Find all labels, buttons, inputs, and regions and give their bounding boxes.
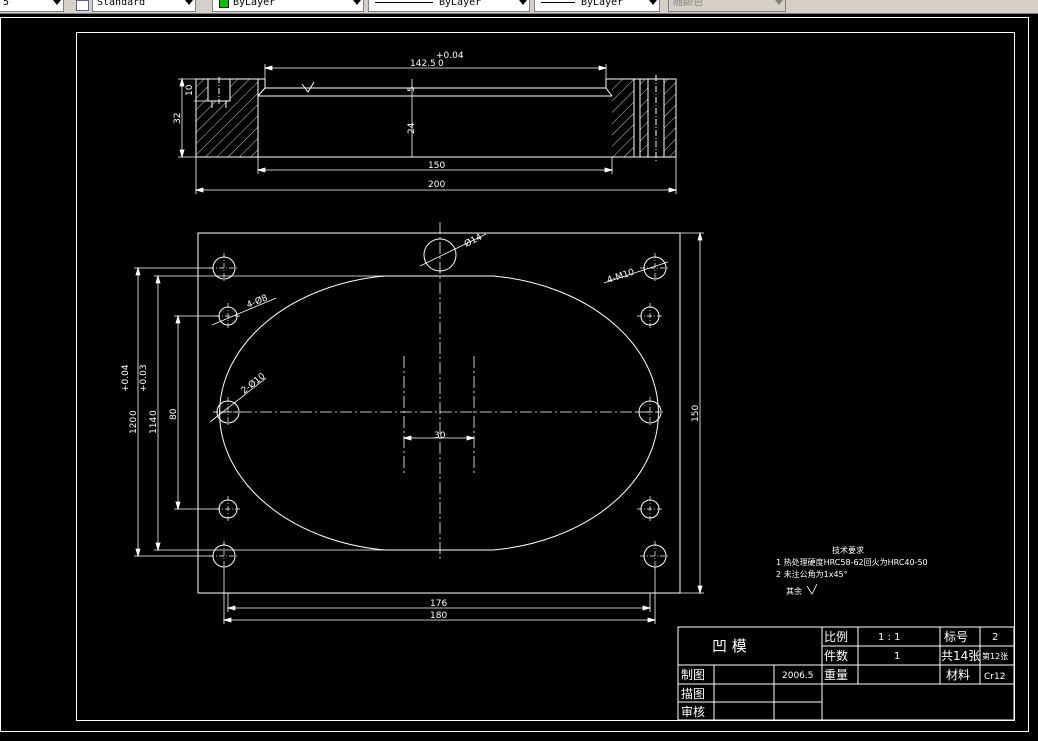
part-name: 凹 模 bbox=[712, 637, 747, 655]
chevron-down-icon bbox=[519, 0, 527, 5]
dim-80: 80 bbox=[169, 408, 179, 420]
dim-depth-24: 24 bbox=[407, 122, 417, 134]
linetype-select[interactable]: ByLayer bbox=[368, 0, 530, 12]
dim-120-tol-lower: 0 bbox=[129, 410, 139, 416]
dim-left-10: 10 bbox=[185, 84, 195, 96]
chevron-down-icon bbox=[185, 0, 193, 5]
dim-180: 180 bbox=[430, 611, 447, 621]
notes-rest: 其余 bbox=[786, 586, 802, 596]
plan-dimensions bbox=[134, 231, 704, 624]
drawn-label: 制图 bbox=[681, 668, 705, 682]
drawing-canvas[interactable]: +0.04 142.5 0 150 200 5 24 10 32 Ø14 4-M… bbox=[0, 14, 1038, 735]
cavity-outline bbox=[219, 275, 659, 551]
properties-toolbar: 5 Standard ByLayer ByLayer ByLayer 随颜色 bbox=[0, 0, 1038, 14]
qty-value: 1 bbox=[894, 651, 900, 662]
drawing-no-label: 标号 bbox=[944, 630, 968, 644]
label-d10: 2-Ø10 bbox=[239, 371, 268, 397]
dim-bottom-200: 200 bbox=[428, 180, 445, 190]
dim-150: 150 bbox=[691, 405, 701, 422]
first-combo[interactable]: 5 bbox=[0, 0, 64, 12]
sheet-outer-border bbox=[0, 17, 1029, 732]
dim-114-tol-lower: 0 bbox=[149, 410, 159, 416]
dim-114-tol-upper: +0.03 bbox=[139, 364, 149, 392]
technical-notes: 技术要求 1 热处理硬度HRC58-62回火为HRC40-50 2 未注公角为1… bbox=[776, 545, 928, 596]
dim-left-32: 32 bbox=[173, 113, 183, 124]
notes-line1: 1 热处理硬度HRC58-62回火为HRC40-50 bbox=[776, 557, 928, 567]
label-d8: 4-Ø8 bbox=[245, 292, 270, 310]
dim-114: 114 bbox=[149, 417, 159, 434]
dim-176: 176 bbox=[430, 599, 447, 609]
dim-top-tol-lower: 0 bbox=[438, 59, 444, 69]
scale-label: 比例 bbox=[824, 630, 848, 644]
dim-120-tol-upper: +0.04 bbox=[121, 364, 131, 392]
section-view bbox=[195, 75, 677, 161]
weight-label: 重量 bbox=[824, 668, 848, 682]
sheet-no: 第12张 bbox=[982, 651, 1008, 661]
notes-line2: 2 未注公角为1x45° bbox=[776, 569, 848, 579]
dim-30: 30 bbox=[434, 431, 446, 441]
checked-label: 审核 bbox=[681, 704, 705, 719]
dim-top-width: 142.5 bbox=[410, 59, 436, 69]
drawn-date: 2006.5 bbox=[782, 671, 814, 681]
material-label: 材料 bbox=[946, 668, 970, 682]
dim-depth-5: 5 bbox=[407, 86, 417, 92]
text-style-select[interactable]: Standard bbox=[92, 0, 196, 12]
chevron-down-icon bbox=[53, 0, 61, 5]
scale-value: 1 : 1 bbox=[878, 632, 900, 643]
plot-style-select: 随颜色 bbox=[668, 0, 786, 12]
bottom-edge bbox=[0, 735, 1038, 741]
notes-title: 技术要求 bbox=[832, 545, 864, 555]
sheets-total: 共14张 bbox=[941, 649, 980, 663]
label-d14: Ø14 bbox=[462, 232, 484, 250]
dim-bottom-150: 150 bbox=[428, 161, 445, 171]
color-swatch-icon bbox=[219, 0, 229, 8]
drawing-no: 2 bbox=[992, 632, 998, 643]
chevron-down-icon bbox=[353, 0, 361, 5]
text-style-icon[interactable] bbox=[76, 0, 89, 11]
lineweight-select[interactable]: ByLayer bbox=[534, 0, 660, 12]
lineweight-preview bbox=[541, 2, 575, 3]
label-m10: 4-M10 bbox=[606, 268, 636, 286]
layer-select[interactable]: ByLayer bbox=[212, 0, 364, 12]
dim-120: 120 bbox=[129, 417, 139, 434]
qty-label: 件数 bbox=[824, 648, 848, 663]
chevron-down-icon bbox=[775, 0, 783, 5]
linetype-preview bbox=[375, 2, 433, 3]
traced-label: 描图 bbox=[681, 687, 705, 701]
chevron-down-icon bbox=[649, 0, 657, 5]
material-value: Cr12 bbox=[984, 672, 1005, 682]
